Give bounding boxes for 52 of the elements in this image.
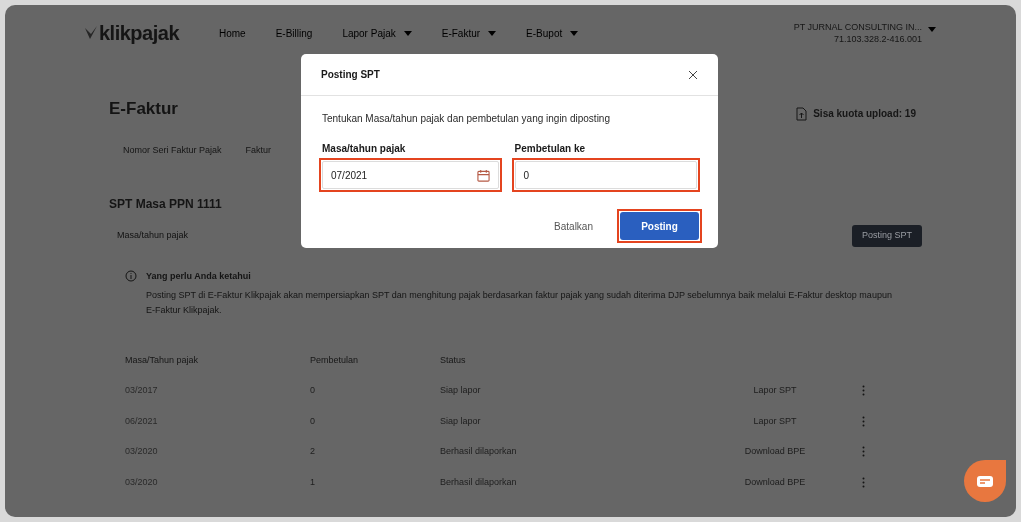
posting-button[interactable]: Posting <box>617 209 702 243</box>
dialog-title: Posting SPT <box>321 68 380 82</box>
period-field[interactable]: Masa/tahun pajak <box>117 229 212 243</box>
logo[interactable]: klikpajak <box>99 18 179 48</box>
table-cell-text: 1 <box>310 475 316 489</box>
nav-link[interactable]: Lapor Pajak <box>342 25 412 41</box>
cancel-button[interactable]: Batalkan <box>554 218 593 234</box>
column-header: Masa/Tahun pajak <box>125 353 200 367</box>
row-action-link[interactable]: Lapor SPT <box>730 414 820 428</box>
upload-quota: Sisa kuota upload: 19 <box>813 107 916 122</box>
column-header: Pembetulan <box>310 353 360 367</box>
table-cell-text: 03/2020 <box>125 475 159 489</box>
row-action-link[interactable]: Download BPE <box>730 445 820 459</box>
check-icon <box>85 26 97 40</box>
page-title: E-Faktur <box>109 98 178 120</box>
dialog-description: Tentukan Masa/tahun pajak dan pembetulan yang ingin diposting <box>321 112 611 126</box>
tab[interactable]: Faktur <box>245 143 272 157</box>
chat-icon <box>977 475 993 487</box>
posting-spt-button[interactable]: Posting SPT <box>851 225 922 247</box>
more-options-icon[interactable] <box>862 476 865 488</box>
column-header: Status <box>440 353 466 367</box>
table-cell-text: 2 <box>310 445 316 458</box>
chat-button[interactable] <box>964 460 1006 502</box>
section-title: SPT Masa PPN 1111 <box>108 196 223 213</box>
upload-file-icon <box>796 106 808 121</box>
close-icon[interactable] <box>688 69 698 80</box>
row-action-link[interactable]: Lapor SPT <box>730 384 820 398</box>
calendar-icon <box>476 168 490 182</box>
nav-link[interactable]: E-Billing <box>275 25 313 41</box>
more-options-icon[interactable] <box>862 446 865 458</box>
more-options-icon[interactable] <box>862 385 865 397</box>
table-cell-text: 03/2020 <box>125 445 159 458</box>
table-cell-text: Berhasil dilaporkan <box>440 475 518 489</box>
info-icon <box>125 270 137 282</box>
input-field[interactable]: 0 <box>511 158 700 192</box>
tab[interactable]: Nomor Seri Faktur Pajak <box>123 143 222 157</box>
info-title: Yang perlu Anda ketahui <box>146 270 252 283</box>
caret-icon <box>928 27 936 32</box>
company-name[interactable]: PT JURNAL CONSULTING IN... <box>793 21 922 33</box>
more-options-icon[interactable] <box>862 415 865 427</box>
info-text: Posting SPT di E-Faktur Klikpajak akan mempersiapkan SPT dan menghitung pajak berdasarkan faktur pajak yang sudah diterima DJP sebelumnya baik melalui E-Faktur desktop maupun E-Faktur Klikpajak. <box>146 288 893 317</box>
table-cell-text: 03/2017 <box>125 384 159 397</box>
field-label: Masa/tahun pajak <box>321 142 407 156</box>
nav-link[interactable]: E-Bupot <box>526 25 579 41</box>
input-field[interactable]: 07/2021 <box>319 158 502 192</box>
table-cell-text: 06/2021 <box>125 414 159 428</box>
nav-link[interactable]: Home <box>219 25 246 41</box>
table-cell-text: Berhasil dilaporkan <box>440 445 518 458</box>
nav-link[interactable]: E-Faktur <box>441 25 497 41</box>
field-label: Pembetulan ke <box>513 142 587 156</box>
tax-id: 71.103.328.2-416.001 <box>833 33 922 45</box>
row-action-link[interactable]: Download BPE <box>730 475 820 489</box>
